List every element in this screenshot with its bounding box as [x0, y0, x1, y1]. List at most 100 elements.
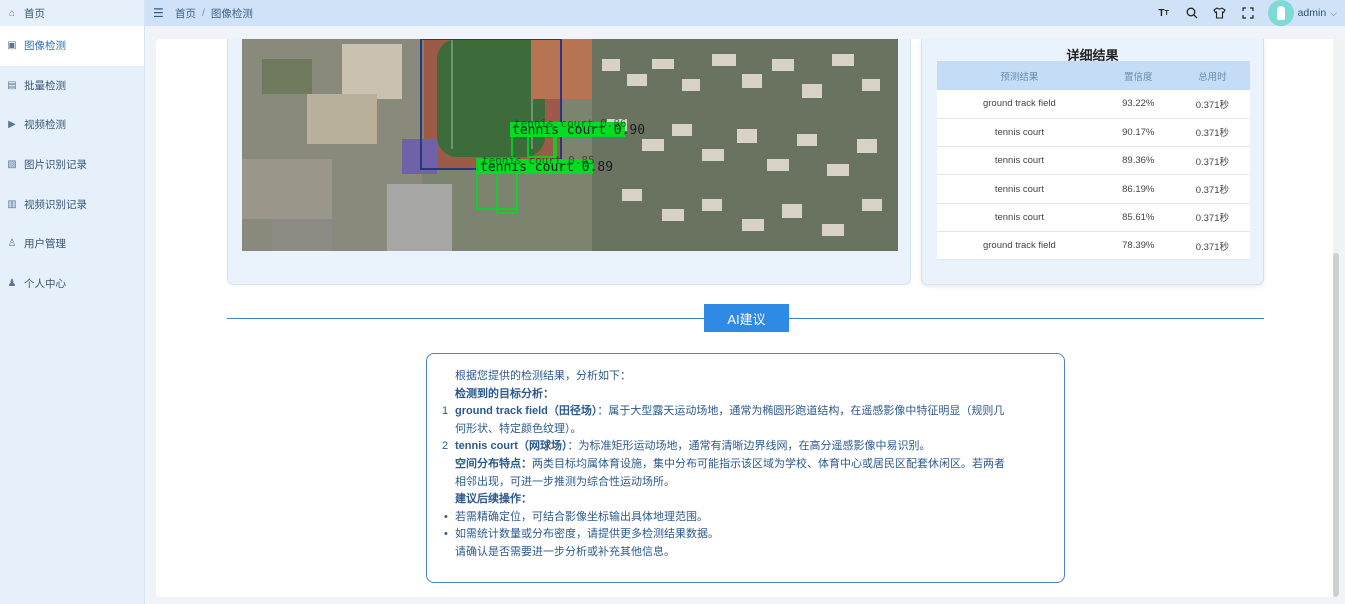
- satellite-image: tennis court 0.90 tennis court 0.89 tenn…: [242, 39, 898, 251]
- menu-toggle-icon[interactable]: ☰: [153, 6, 167, 20]
- detection-label: tennis court 0.86: [514, 117, 627, 130]
- top-header: ☰ 首页 / 图像检测 TT admin ⌵: [145, 0, 1345, 26]
- sidebar-item-label: 图像检测: [24, 40, 66, 53]
- batch-icon: ▤: [7, 79, 17, 91]
- results-card: 详细结果 预测结果 置信度 总用时 ground track field 93.…: [921, 39, 1264, 285]
- list-number: 1: [442, 405, 449, 418]
- result-label: tennis court: [937, 174, 1102, 204]
- ai-heading-targets: 检测到的目标分析：: [455, 387, 554, 400]
- list-number: 2: [442, 440, 449, 453]
- ai-heading-next-steps: 建议后续操作：: [455, 493, 532, 506]
- sidebar-item-label: 个人中心: [24, 277, 66, 290]
- result-label: tennis court: [937, 203, 1102, 232]
- ai-bullet-2-text: 如需统计数量或分布密度，请提供更多检测结果数据。: [455, 528, 719, 541]
- sidebar-item-label: 视频识别记录: [24, 198, 87, 211]
- result-time: 0.371秒: [1174, 118, 1250, 148]
- sidebar-item-image-detect[interactable]: ▣ 图像检测: [0, 26, 144, 66]
- result-confidence: 78.39%: [1101, 231, 1175, 261]
- result-label: tennis court: [937, 146, 1102, 176]
- column-header: 总用时: [1174, 61, 1250, 90]
- image-icon: ▣: [7, 40, 17, 52]
- column-header: 预测结果: [937, 61, 1102, 90]
- sidebar-item-profile[interactable]: ♟ 个人中心: [0, 264, 144, 304]
- result-time: 0.371秒: [1174, 231, 1250, 261]
- result-confidence: 86.19%: [1101, 174, 1175, 204]
- profile-icon: ♟: [7, 277, 17, 289]
- header-tools: TT admin ⌵: [1150, 0, 1345, 26]
- sidebar: ⌂ 首页 ▣ 图像检测 ▤ 批量检测 ▶ 视频检测 ▧ 图片识别记录 ▥ 视频识…: [0, 0, 145, 604]
- results-table: 预测结果 置信度 总用时 ground track field 93.22% 0…: [937, 61, 1250, 261]
- sidebar-item-label: 批量检测: [24, 79, 66, 92]
- sidebar-item-label: 视频检测: [24, 119, 66, 132]
- table-row[interactable]: tennis court 90.17% 0.371秒: [937, 118, 1250, 148]
- ai-bullet-2: • 如需统计数量或分布密度，请提供更多检测结果数据。: [444, 526, 1044, 544]
- scrollbar-thumb[interactable]: [1333, 253, 1339, 597]
- user-icon: ♙: [7, 238, 17, 250]
- ai-item-1: 1 ground track field（田径场）：属于大型露天运动场地，通常为…: [442, 403, 1044, 421]
- ai-suggestion-box: 根据您提供的检测结果，分析如下： 检测到的目标分析： 1 ground trac…: [426, 353, 1065, 583]
- ai-suggestion-button[interactable]: AI建议: [704, 304, 789, 332]
- fullscreen-icon[interactable]: [1234, 0, 1262, 26]
- sidebar-item-batch-detect[interactable]: ▤ 批量检测: [0, 66, 144, 106]
- ai-item-1-continued: 何形状、特定颜色纹理）。: [455, 422, 582, 435]
- result-time: 0.371秒: [1174, 174, 1250, 204]
- table-row[interactable]: ground track field 93.22% 0.371秒: [937, 90, 1250, 119]
- sidebar-item-label: 图片识别记录: [24, 159, 87, 172]
- result-label: ground track field: [937, 231, 1102, 261]
- ai-item-2: 2 tennis court（网球场）：为标准矩形运动场地，通常有清晰边界线网，…: [442, 438, 1044, 456]
- main-panel: tennis court 0.90 tennis court 0.89 tenn…: [156, 39, 1339, 597]
- table-header-row: 预测结果 置信度 总用时: [937, 61, 1250, 90]
- table-row[interactable]: tennis court 89.36% 0.371秒: [937, 146, 1250, 176]
- sidebar-item-label: 首页: [24, 7, 45, 20]
- ai-heading-distribution: 空间分布特点：: [455, 457, 532, 470]
- detection-label: tennis court 0.85: [482, 154, 595, 167]
- record-icon: ▧: [7, 159, 17, 171]
- column-header: 置信度: [1101, 61, 1175, 90]
- video-icon: ▶: [8, 119, 16, 131]
- ai-item-1-text: ：属于大型露天运动场地，通常为椭圆形跑道结构，在遥感影像中特征明显（规则几: [597, 405, 1005, 418]
- result-confidence: 85.61%: [1101, 203, 1175, 232]
- result-confidence: 90.17%: [1101, 118, 1175, 148]
- result-label: tennis court: [937, 118, 1102, 148]
- table-row[interactable]: tennis court 86.19% 0.371秒: [937, 174, 1250, 204]
- ai-item-2-text: ：为标准矩形运动场地，通常有清晰边界线网，在高分遥感影像中易识别。: [567, 440, 931, 453]
- home-icon: ⌂: [8, 7, 16, 19]
- result-time: 0.371秒: [1174, 146, 1250, 176]
- image-card: tennis court 0.90 tennis court 0.89 tenn…: [227, 39, 911, 285]
- breadcrumb: 首页 / 图像检测: [175, 6, 253, 21]
- ai-bullet-1-text: 若需精确定位，可结合影像坐标输出具体地理范围。: [455, 510, 708, 523]
- table-row[interactable]: tennis court 85.61% 0.371秒: [937, 203, 1250, 232]
- result-label: ground track field: [937, 90, 1102, 119]
- bullet-icon: •: [444, 510, 448, 523]
- breadcrumb-separator: /: [202, 7, 205, 19]
- breadcrumb-home[interactable]: 首页: [175, 6, 196, 21]
- ai-distribution-text: 两类目标均属体育设施，集中分布可能指示该区域为学校、体育中心或居民区配套休闲区。…: [532, 457, 1005, 470]
- ai-closing: 请确认是否需要进一步分析或补充其他信息。: [455, 545, 675, 558]
- table-row[interactable]: ground track field 78.39% 0.371秒: [937, 231, 1250, 261]
- result-time: 0.371秒: [1174, 90, 1250, 119]
- sidebar-item-video-detect[interactable]: ▶ 视频检测: [0, 105, 144, 145]
- ai-bullet-1: • 若需精确定位，可结合影像坐标输出具体地理范围。: [444, 509, 1044, 527]
- ai-item-2-title: tennis court（网球场）: [455, 440, 568, 453]
- user-name[interactable]: admin: [1298, 7, 1327, 19]
- scrollbar[interactable]: [1333, 39, 1339, 597]
- ai-distribution-continued: 相邻出现，可进一步推测为综合性运动场所。: [455, 475, 675, 488]
- ai-intro: 根据您提供的检测结果，分析如下：: [455, 370, 631, 382]
- breadcrumb-current: 图像检测: [210, 7, 253, 20]
- bullet-icon: •: [444, 528, 448, 541]
- avatar[interactable]: [1267, 0, 1294, 26]
- video-record-icon: ▥: [7, 198, 17, 210]
- shirt-icon[interactable]: [1206, 0, 1234, 26]
- result-time: 0.371秒: [1174, 203, 1250, 232]
- sidebar-item-image-records[interactable]: ▧ 图片识别记录: [0, 145, 144, 185]
- ai-item-1-title: ground track field（田径场）: [455, 405, 598, 418]
- detection-image: tennis court 0.90 tennis court 0.89 tenn…: [242, 39, 898, 251]
- result-confidence: 89.36%: [1101, 146, 1175, 176]
- sidebar-item-home[interactable]: ⌂ 首页: [0, 0, 144, 26]
- search-icon[interactable]: [1178, 0, 1206, 26]
- font-size-icon[interactable]: TT: [1150, 0, 1178, 26]
- sidebar-item-label: 用户管理: [24, 238, 66, 251]
- chevron-down-icon[interactable]: ⌵: [1330, 8, 1337, 19]
- sidebar-item-video-records[interactable]: ▥ 视频识别记录: [0, 184, 144, 224]
- sidebar-item-user-management[interactable]: ♙ 用户管理: [0, 224, 144, 264]
